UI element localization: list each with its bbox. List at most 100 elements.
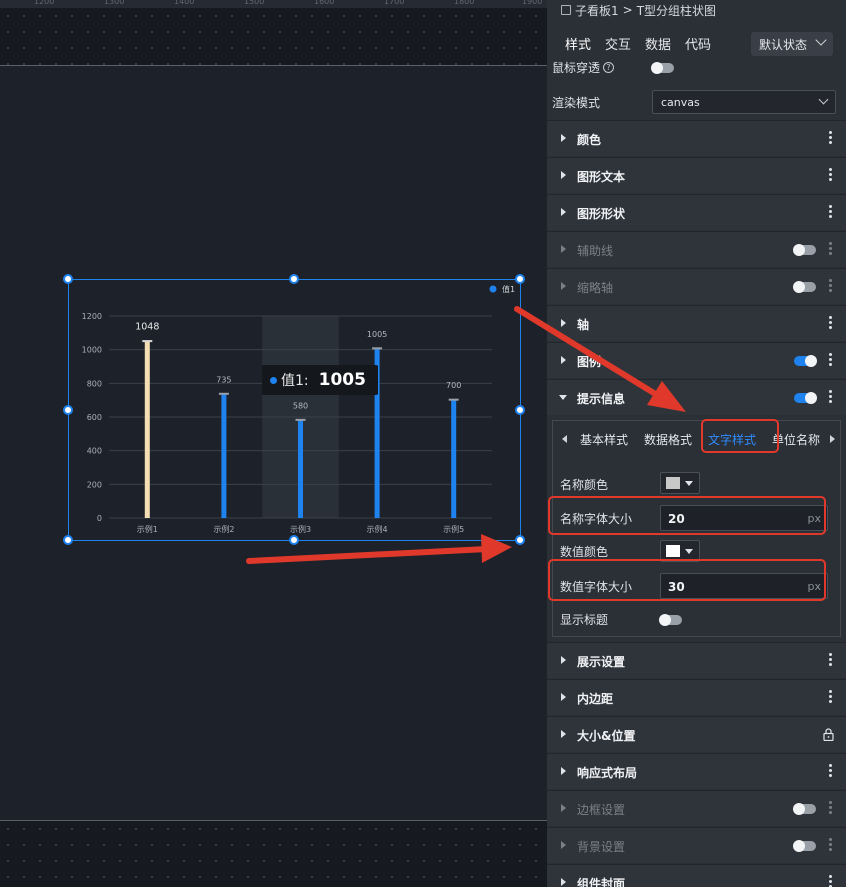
section-title: 辅助线 (577, 244, 614, 258)
lock-icon[interactable] (823, 728, 834, 741)
more-vertical-icon[interactable] (829, 764, 832, 778)
section-thumbnail-axis[interactable]: 缩略轴 (547, 268, 846, 304)
show-title-toggle[interactable] (659, 614, 682, 626)
section-background-settings[interactable]: 背景设置 (547, 827, 846, 863)
name-color-label: 名称颜色 (560, 478, 609, 492)
more-vertical-icon[interactable] (829, 690, 832, 704)
breadcrumb-parent[interactable]: 子看板1 (575, 2, 619, 19)
render-mode-select[interactable]: canvas (652, 90, 836, 114)
more-vertical-icon[interactable] (829, 838, 832, 852)
auxiliary-line-toggle[interactable] (793, 244, 816, 256)
resize-handle-right[interactable] (515, 405, 525, 415)
ruler-tick: 1400 (174, 0, 195, 6)
scroll-left-icon[interactable] (562, 435, 567, 443)
more-vertical-icon[interactable] (829, 168, 832, 182)
resize-handle-bottom-right[interactable] (515, 535, 525, 545)
more-vertical-icon[interactable] (829, 131, 832, 145)
more-vertical-icon[interactable] (829, 316, 832, 330)
more-vertical-icon[interactable] (829, 801, 832, 815)
caret-right-icon (561, 841, 566, 849)
state-select[interactable]: 默认状态 (751, 32, 833, 56)
section-title: 边框设置 (577, 803, 626, 817)
section-color[interactable]: 颜色 (547, 120, 846, 156)
more-vertical-icon[interactable] (829, 653, 832, 667)
legend-toggle[interactable] (794, 355, 817, 367)
more-vertical-icon[interactable] (829, 242, 832, 256)
caret-right-icon (561, 804, 566, 812)
resize-handle-top-right[interactable] (515, 274, 525, 284)
more-vertical-icon[interactable] (829, 279, 832, 293)
tooltip-series-dot (270, 376, 277, 384)
caret-down-icon (685, 481, 693, 486)
section-title: 大小&位置 (577, 729, 636, 743)
y-tick-label: 600 (87, 413, 102, 422)
value-color-label: 数值颜色 (560, 545, 609, 559)
section-title: 颜色 (577, 133, 602, 147)
mouse-through-toggle[interactable] (651, 62, 674, 74)
section-graphic-text[interactable]: 图形文本 (547, 157, 846, 193)
tooltip-value: 1005 (318, 370, 366, 390)
more-vertical-icon[interactable] (829, 353, 832, 367)
tab-interaction[interactable]: 交互 (605, 34, 631, 53)
y-tick-label: 400 (87, 447, 102, 456)
caret-right-icon (561, 282, 566, 290)
editor-canvas[interactable]: 1200 1300 1400 1500 1600 1700 1800 1900 … (0, 0, 547, 887)
border-settings-toggle[interactable] (793, 803, 816, 815)
resize-handle-left[interactable] (63, 405, 73, 415)
more-vertical-icon[interactable] (829, 205, 832, 219)
more-vertical-icon[interactable] (829, 875, 832, 887)
ruler-tick: 1200 (34, 0, 55, 6)
horizontal-ruler: 1200 1300 1400 1500 1600 1700 1800 1900 (0, 0, 547, 8)
section-axis[interactable]: 轴 (547, 305, 846, 341)
resize-handle-top-left[interactable] (63, 274, 73, 284)
tooltip-toggle[interactable] (794, 392, 817, 404)
more-vertical-icon[interactable] (829, 390, 832, 404)
section-padding[interactable]: 内边距 (547, 679, 846, 715)
legend-label: 值1 (502, 284, 515, 294)
property-panel: 子看板1 > T型分组柱状图 样式 交互 数据 代码 默认状态 鼠标穿透 ? 渲… (547, 0, 846, 887)
subtab-basic-style[interactable]: 基本样式 (580, 431, 628, 448)
section-component-cover[interactable]: 组件封面 (547, 864, 846, 887)
bar-chart-widget[interactable]: 0 200 400 600 800 1000 1200 1048 示例1 735 示例2 580 示例3… (63, 274, 525, 545)
ruler-tick: 1500 (244, 0, 265, 6)
tab-code[interactable]: 代码 (685, 34, 711, 53)
tab-data[interactable]: 数据 (645, 34, 671, 53)
section-tooltip[interactable]: 提示信息 (547, 379, 846, 415)
section-size-position[interactable]: 大小&位置 (547, 716, 846, 752)
section-legend[interactable]: 图例 (547, 342, 846, 378)
caret-down-icon (559, 395, 567, 400)
data-label: 1048 (135, 322, 159, 333)
section-display-settings[interactable]: 展示设置 (547, 642, 846, 678)
render-mode-label: 渲染模式 (552, 95, 601, 110)
scroll-right-icon[interactable] (830, 435, 835, 443)
name-color-picker[interactable] (660, 472, 700, 494)
tab-style[interactable]: 样式 (565, 34, 591, 53)
resize-handle-bottom-left[interactable] (63, 535, 73, 545)
help-icon[interactable]: ? (603, 61, 615, 73)
subtab-unit-name[interactable]: 单位名称 (772, 431, 820, 448)
section-border-settings[interactable]: 边框设置 (547, 790, 846, 826)
section-responsive-layout[interactable]: 响应式布局 (547, 753, 846, 789)
caret-right-icon (561, 730, 566, 738)
section-title: 图例 (577, 355, 602, 369)
resize-handle-top[interactable] (289, 274, 299, 284)
mouse-through-label: 鼠标穿透 (552, 60, 601, 75)
resize-handle-bottom[interactable] (289, 535, 299, 545)
ruler-tick: 1900 (522, 0, 543, 6)
ruler-tick: 1800 (454, 0, 475, 6)
section-graphic-shape[interactable]: 图形形状 (547, 194, 846, 230)
background-settings-toggle[interactable] (793, 840, 816, 852)
ruler-tick: 1700 (384, 0, 405, 6)
chevron-down-icon (815, 34, 827, 46)
color-swatch (666, 545, 680, 557)
section-auxiliary-line[interactable]: 辅助线 (547, 231, 846, 267)
bar (298, 420, 303, 518)
color-swatch (666, 477, 680, 489)
thumbnail-axis-toggle[interactable] (793, 281, 816, 293)
bar (451, 400, 457, 518)
y-tick-label: 1000 (82, 346, 102, 355)
section-title: 组件封面 (577, 877, 626, 887)
subtab-data-format[interactable]: 数据格式 (644, 431, 692, 448)
x-tick-label: 示例5 (443, 524, 464, 534)
data-label: 1005 (367, 330, 387, 339)
